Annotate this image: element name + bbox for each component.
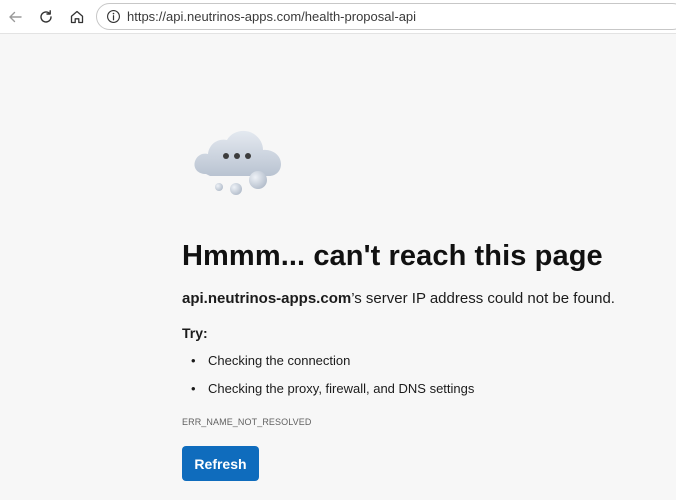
try-label: Try: <box>182 325 208 341</box>
info-icon[interactable] <box>105 9 121 25</box>
reload-icon <box>38 9 54 25</box>
error-description: api.neutrinos-apps.com’s server IP addre… <box>182 290 615 307</box>
url-text[interactable]: https://api.neutrinos-apps.com/health-pr… <box>127 9 416 24</box>
home-button[interactable] <box>64 4 90 30</box>
suggestion-list: • Checking the connection • Checking the… <box>182 352 474 408</box>
list-item: • Checking the proxy, firewall, and DNS … <box>182 380 474 408</box>
reload-button[interactable] <box>33 4 59 30</box>
home-icon <box>69 9 85 25</box>
browser-toolbar: https://api.neutrinos-apps.com/health-pr… <box>0 0 676 34</box>
cloud-icon <box>188 122 288 198</box>
refresh-button[interactable]: Refresh <box>182 446 259 481</box>
list-item: • Checking the connection <box>182 352 474 380</box>
page-title: Hmmm... can't reach this page <box>182 240 603 272</box>
suggestion-text: Checking the connection <box>208 353 351 368</box>
bullet: • <box>191 353 196 368</box>
error-page: Hmmm... can't reach this page api.neutri… <box>0 34 676 500</box>
description-suffix: ’s server IP address could not be found. <box>351 290 615 307</box>
error-code: ERR_NAME_NOT_RESOLVED <box>182 417 312 427</box>
back-button[interactable] <box>2 4 28 30</box>
address-bar[interactable]: https://api.neutrinos-apps.com/health-pr… <box>96 3 676 30</box>
suggestion-text: Checking the proxy, firewall, and DNS se… <box>208 381 475 396</box>
bullet: • <box>191 381 196 396</box>
back-arrow-icon <box>7 9 23 25</box>
host-name: api.neutrinos-apps.com <box>182 290 352 307</box>
